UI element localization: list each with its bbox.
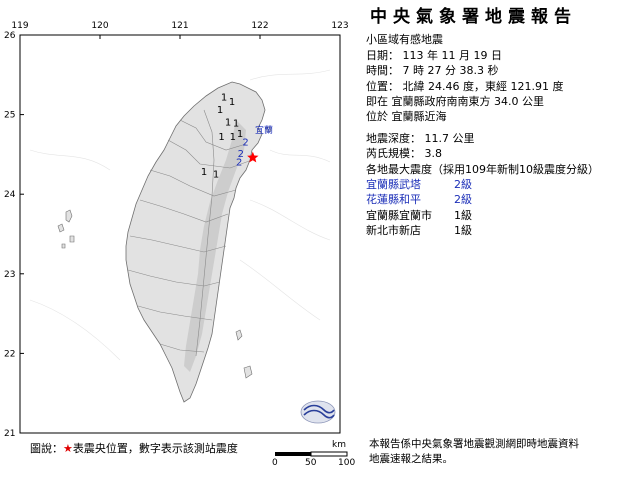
legend-text: 表震央位置，數字表示該測站震度 bbox=[72, 442, 238, 455]
lat-tick-label: 21 bbox=[4, 429, 15, 439]
station-level: 2級 bbox=[454, 193, 472, 207]
lat-tick-label: 22 bbox=[4, 349, 15, 359]
scale-bar: km 0 50 100 bbox=[272, 440, 356, 470]
station-level: 1級 bbox=[454, 224, 472, 238]
station-intensity-mark: 1 bbox=[218, 132, 224, 143]
station-intensity-mark: 1 bbox=[225, 118, 231, 129]
lon-tick-label: 119 bbox=[11, 21, 28, 31]
station-name: 花蓮縣和平 bbox=[366, 193, 421, 207]
cwa-logo bbox=[300, 400, 336, 424]
station-intensity-mark: 1 bbox=[229, 97, 235, 108]
report-date: 日期： 113 年 11 月 19 日 bbox=[366, 48, 502, 62]
station-name: 宜蘭縣武塔 bbox=[366, 178, 421, 192]
report-title: 中央氣象署地震報告 bbox=[370, 7, 577, 27]
lat-tick-label: 25 bbox=[4, 111, 15, 121]
station-intensity-mark: 1 bbox=[233, 119, 239, 130]
map-panel: 119 120 121 122 123 26 25 24 23 22 21 1 … bbox=[0, 0, 360, 480]
report-position: 位置： 北緯 24.46 度，東經 121.91 度 bbox=[366, 79, 564, 93]
report-magnitude: 芮氏規模： 3.8 bbox=[366, 147, 442, 161]
place-label-yilan: 宜蘭 bbox=[255, 124, 273, 136]
map-legend: 圖說：★表震央位置，數字表示該測站震度 bbox=[30, 440, 238, 456]
lon-tick-label: 122 bbox=[251, 21, 268, 31]
lon-tick-label: 120 bbox=[91, 21, 108, 31]
report-region: 位於 宜蘭縣近海 bbox=[366, 110, 447, 124]
station-intensity-mark: 2 bbox=[242, 138, 248, 149]
earthquake-report: 中央氣象署地震報告 小區域有感地震 日期： 113 年 11 月 19 日 時間… bbox=[366, 7, 636, 239]
lat-tick-label: 24 bbox=[4, 190, 16, 200]
footer-line-1: 本報告係中央氣象署地震觀測網即時地震資料 bbox=[369, 438, 579, 450]
map-canvas: 119 120 121 122 123262524232221 1 111 11… bbox=[4, 21, 349, 439]
station-name: 新北市新店 bbox=[366, 224, 421, 238]
scale-tick-0: 0 bbox=[272, 458, 278, 468]
lat-tick-label: 23 bbox=[4, 270, 15, 280]
report-footer: 本報告係中央氣象署地震觀測網即時地震資料 地震速報之結果。 bbox=[369, 437, 634, 467]
station-list: 宜蘭縣武塔 2級 花蓮縣和平 2級 宜蘭縣宜蘭市 1級 新北市新店 1級 bbox=[366, 177, 636, 239]
station-intensity-mark: 1 bbox=[217, 105, 223, 116]
scale-tick-100: 100 bbox=[338, 458, 356, 468]
lat-tick-label: 26 bbox=[4, 31, 16, 41]
report-depth: 地震深度： 11.7 公里 bbox=[366, 131, 475, 145]
report-time: 時間： 7 時 27 分 38.3 秒 bbox=[366, 64, 499, 78]
station-intensity-mark: 1 bbox=[230, 132, 236, 143]
station-row: 新北市新店 1級 bbox=[366, 223, 496, 238]
legend-prefix: 圖說： bbox=[30, 442, 63, 455]
star-icon: ★ bbox=[63, 442, 73, 455]
station-intensity-mark: 1 bbox=[221, 92, 227, 103]
footer-line-2: 地震速報之結果。 bbox=[369, 453, 453, 465]
report-type: 小區域有感地震 bbox=[366, 33, 443, 47]
station-row: 宜蘭縣宜蘭市 1級 bbox=[366, 208, 496, 223]
scale-tick-50: 50 bbox=[305, 458, 317, 468]
station-row: 花蓮縣和平 2級 bbox=[366, 192, 496, 207]
station-row: 宜蘭縣武塔 2級 bbox=[366, 177, 496, 192]
station-level: 2級 bbox=[454, 178, 472, 192]
lon-tick-label: 123 bbox=[331, 21, 348, 31]
station-intensity-mark: 1 bbox=[201, 167, 207, 178]
station-intensity-mark: 2 bbox=[236, 158, 242, 169]
intensity-header: 各地最大震度（採用109年新制10級震度分級） bbox=[366, 162, 599, 176]
station-level: 1級 bbox=[454, 208, 472, 222]
lon-tick-label: 121 bbox=[171, 21, 188, 31]
station-name: 宜蘭縣宜蘭市 bbox=[366, 208, 432, 222]
station-intensity-mark: 1 bbox=[213, 169, 219, 180]
report-relative-location: 即在 宜蘭縣政府南南東方 34.0 公里 bbox=[366, 95, 544, 109]
